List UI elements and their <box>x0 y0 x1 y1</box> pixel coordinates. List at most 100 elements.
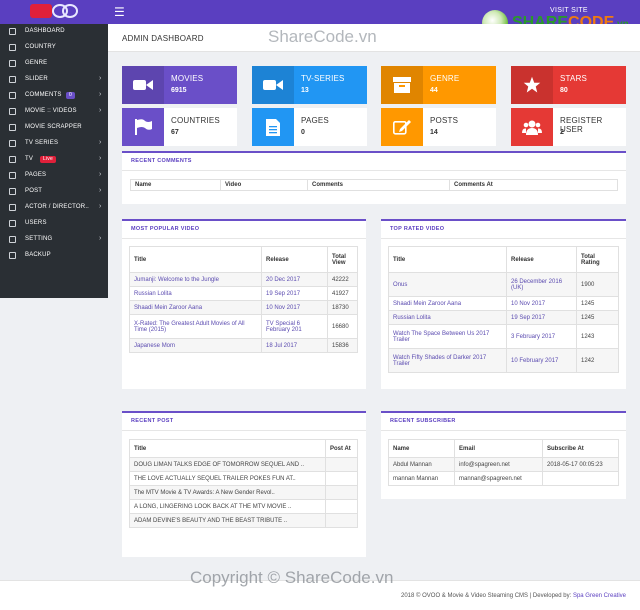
chevron-right-icon: › <box>99 171 102 178</box>
sidebar-item-label: GENRE <box>25 60 48 66</box>
table-row[interactable]: DOUG LIMAN TALKS EDGE OF TOMORROW SEQUEL… <box>129 457 358 472</box>
table-cell: 2018-05-17 00:05:23 <box>542 457 619 472</box>
sidebar-item-movie-videos[interactable]: MOVIE :: VIDEOS › <box>0 104 108 120</box>
stat-label: POSTS <box>430 116 459 125</box>
sidebar-item-dashboard[interactable]: DASHBOARD <box>0 24 108 40</box>
stat-card-countries[interactable]: COUNTRIES 67 <box>122 108 237 146</box>
database-icon <box>9 252 16 259</box>
sidebar-item-label: PAGES <box>25 172 47 178</box>
table-cell[interactable]: 19 Sep 2017 <box>506 310 577 325</box>
table-cell[interactable]: 26 December 2016 (UK) <box>506 272 577 297</box>
sidebar-item-genre[interactable]: GENRE <box>0 56 108 72</box>
table-row[interactable]: The MTV Movie & TV Awards: A New Gender … <box>129 485 358 500</box>
star-icon <box>511 66 553 104</box>
stat-label: REGISTER USER <box>560 116 603 134</box>
sidebar-item-actor-director[interactable]: ACTOR / DIRECTOR.. › <box>0 200 108 216</box>
chevron-right-icon: › <box>99 91 102 98</box>
table-row[interactable]: Russian Lolita 19 Sep 2017 1245 <box>388 310 619 325</box>
table-cell: Abdul Mannan <box>388 457 455 472</box>
table-cell[interactable]: Jumanji: Welcome to the Jungle <box>129 272 262 287</box>
chevron-right-icon: › <box>99 75 102 82</box>
table-cell: 1243 <box>576 324 619 349</box>
developer-link[interactable]: Spa Green Creative <box>573 593 626 599</box>
table-row[interactable]: mannan Mannan mannan@spagreen.net <box>388 471 619 486</box>
menu-toggle-icon[interactable]: ☰ <box>114 6 125 18</box>
table-cell: 1245 <box>576 310 619 325</box>
stat-card-posts[interactable]: POSTS 14 <box>381 108 496 146</box>
table-cell[interactable]: 10 Nov 2017 <box>506 296 577 311</box>
stat-label: TV-SERIES <box>301 74 345 83</box>
document-icon <box>252 108 294 146</box>
table-cell[interactable]: Onus <box>388 272 507 297</box>
sidebar-item-slider[interactable]: SLIDER › <box>0 72 108 88</box>
table-row[interactable]: Abdul Mannan info@spagreen.net 2018-05-17 … <box>388 457 619 472</box>
table-row[interactable]: ADAM DEVINE'S BEAUTY AND THE BEAST TRIBU… <box>129 513 358 528</box>
table-row[interactable]: Jumanji: Welcome to the Jungle 20 Dec 201… <box>129 272 358 287</box>
table-cell: mannan Mannan <box>388 471 455 486</box>
recent-subscriber-panel: RECENT SUBSCRIBER Name Email Subscribe At A… <box>381 411 626 499</box>
ovoo-logo[interactable] <box>30 4 78 20</box>
table-row[interactable]: Shaadi Mein Zaroor Aana 10 Nov 2017 1245 <box>388 296 619 311</box>
column-header: Release <box>261 246 328 273</box>
table-cell[interactable]: 3 February 2017 <box>506 324 577 349</box>
table-cell[interactable]: Watch Fifty Shades of Darker 2017 Traile… <box>388 348 507 373</box>
stat-card-tv-series[interactable]: TV-SERIES 13 <box>252 66 367 104</box>
table-cell[interactable]: 18 Jul 2017 <box>261 338 328 353</box>
table-row[interactable]: X-Rated: The Greatest Adult Movies of Al… <box>129 314 358 339</box>
stat-card-stars[interactable]: STARS 80 <box>511 66 626 104</box>
column-header: Comments At <box>449 179 618 191</box>
table-cell[interactable]: 20 Dec 2017 <box>261 272 328 287</box>
stat-card-pages[interactable]: PAGES 0 <box>252 108 367 146</box>
stat-card-genre[interactable]: GENRE 44 <box>381 66 496 104</box>
stat-value: 2 <box>560 129 564 136</box>
sidebar-item-users[interactable]: USERS <box>0 216 108 232</box>
sidebar-item-label: USERS <box>25 220 47 226</box>
table-row[interactable]: Japanese Mom 18 Jul 2017 15836 <box>129 338 358 353</box>
table-cell <box>325 485 358 500</box>
sidebar-item-backup[interactable]: BACKUP <box>0 248 108 264</box>
globe-icon <box>9 44 16 51</box>
table-cell[interactable]: 10 Nov 2017 <box>261 300 328 315</box>
table-row[interactable]: Watch The Space Between Us 2017 Trailer 3… <box>388 324 619 349</box>
table-row[interactable]: THE LOVE ACTUALLY SEQUEL TRAILER POKES F… <box>129 471 358 486</box>
table-cell: 1242 <box>576 348 619 373</box>
table-cell[interactable]: Russian Lolita <box>129 286 262 301</box>
recent-comments-table: Name Video Comments Comments At <box>130 179 618 191</box>
table-cell[interactable]: Shaadi Mein Zaroor Aana <box>388 296 507 311</box>
sidebar-item-tv-series[interactable]: TV SERIES › <box>0 136 108 152</box>
table-cell[interactable]: Shaadi Mein Zaroor Aana <box>129 300 262 315</box>
table-cell[interactable]: Russian Lolita <box>388 310 507 325</box>
users-icon <box>511 108 553 146</box>
table-cell[interactable]: X-Rated: The Greatest Adult Movies of Al… <box>129 314 262 339</box>
table-cell: 15836 <box>327 338 358 353</box>
sidebar-item-tv[interactable]: TV Live › <box>0 152 108 168</box>
sidebar-item-label: POST <box>25 188 43 194</box>
table-cell[interactable]: Watch The Space Between Us 2017 Trailer <box>388 324 507 349</box>
sidebar-item-post[interactable]: POST › <box>0 184 108 200</box>
watermark-text: ShareCode.vn <box>268 27 377 46</box>
sidebar-item-country[interactable]: COUNTRY <box>0 40 108 56</box>
stat-card-movies[interactable]: MOVIES 6915 <box>122 66 237 104</box>
sidebar-item-setting[interactable]: SETTING › <box>0 232 108 248</box>
stat-label: STARS <box>560 74 588 83</box>
sidebar-item-label: SETTING <box>25 236 53 242</box>
table-row[interactable]: Shaadi Mein Zaroor Aana 10 Nov 2017 18730 <box>129 300 358 315</box>
dashboard-icon <box>9 28 16 35</box>
sidebar-item-movie-scrapper[interactable]: MOVIE SCRAPPER <box>0 120 108 136</box>
table-row[interactable]: A LONG, LINGERING LOOK BACK AT THE MTV M… <box>129 499 358 514</box>
panel-title: RECENT COMMENTS <box>131 158 192 164</box>
table-cell: info@spagreen.net <box>454 457 543 472</box>
sidebar-item-pages[interactable]: PAGES › <box>0 168 108 184</box>
table-cell[interactable]: 10 February 2017 <box>506 348 577 373</box>
table-row[interactable]: Watch Fifty Shades of Darker 2017 Traile… <box>388 348 619 373</box>
table-cell: 1900 <box>576 272 619 297</box>
stat-value: 67 <box>171 129 179 136</box>
table-cell[interactable]: Japanese Mom <box>129 338 262 353</box>
table-cell[interactable]: TV Special 6 February 201 <box>261 314 328 339</box>
table-cell[interactable]: 19 Sep 2017 <box>261 286 328 301</box>
stat-card-register-user[interactable]: REGISTER USER 2 <box>511 108 626 146</box>
column-header: Post At <box>325 439 358 458</box>
table-row[interactable]: Russian Lolita 19 Sep 2017 41927 <box>129 286 358 301</box>
sidebar-item-comments[interactable]: COMMENTS 0 › <box>0 88 108 104</box>
table-row[interactable]: Onus 26 December 2016 (UK) 1900 <box>388 272 619 297</box>
